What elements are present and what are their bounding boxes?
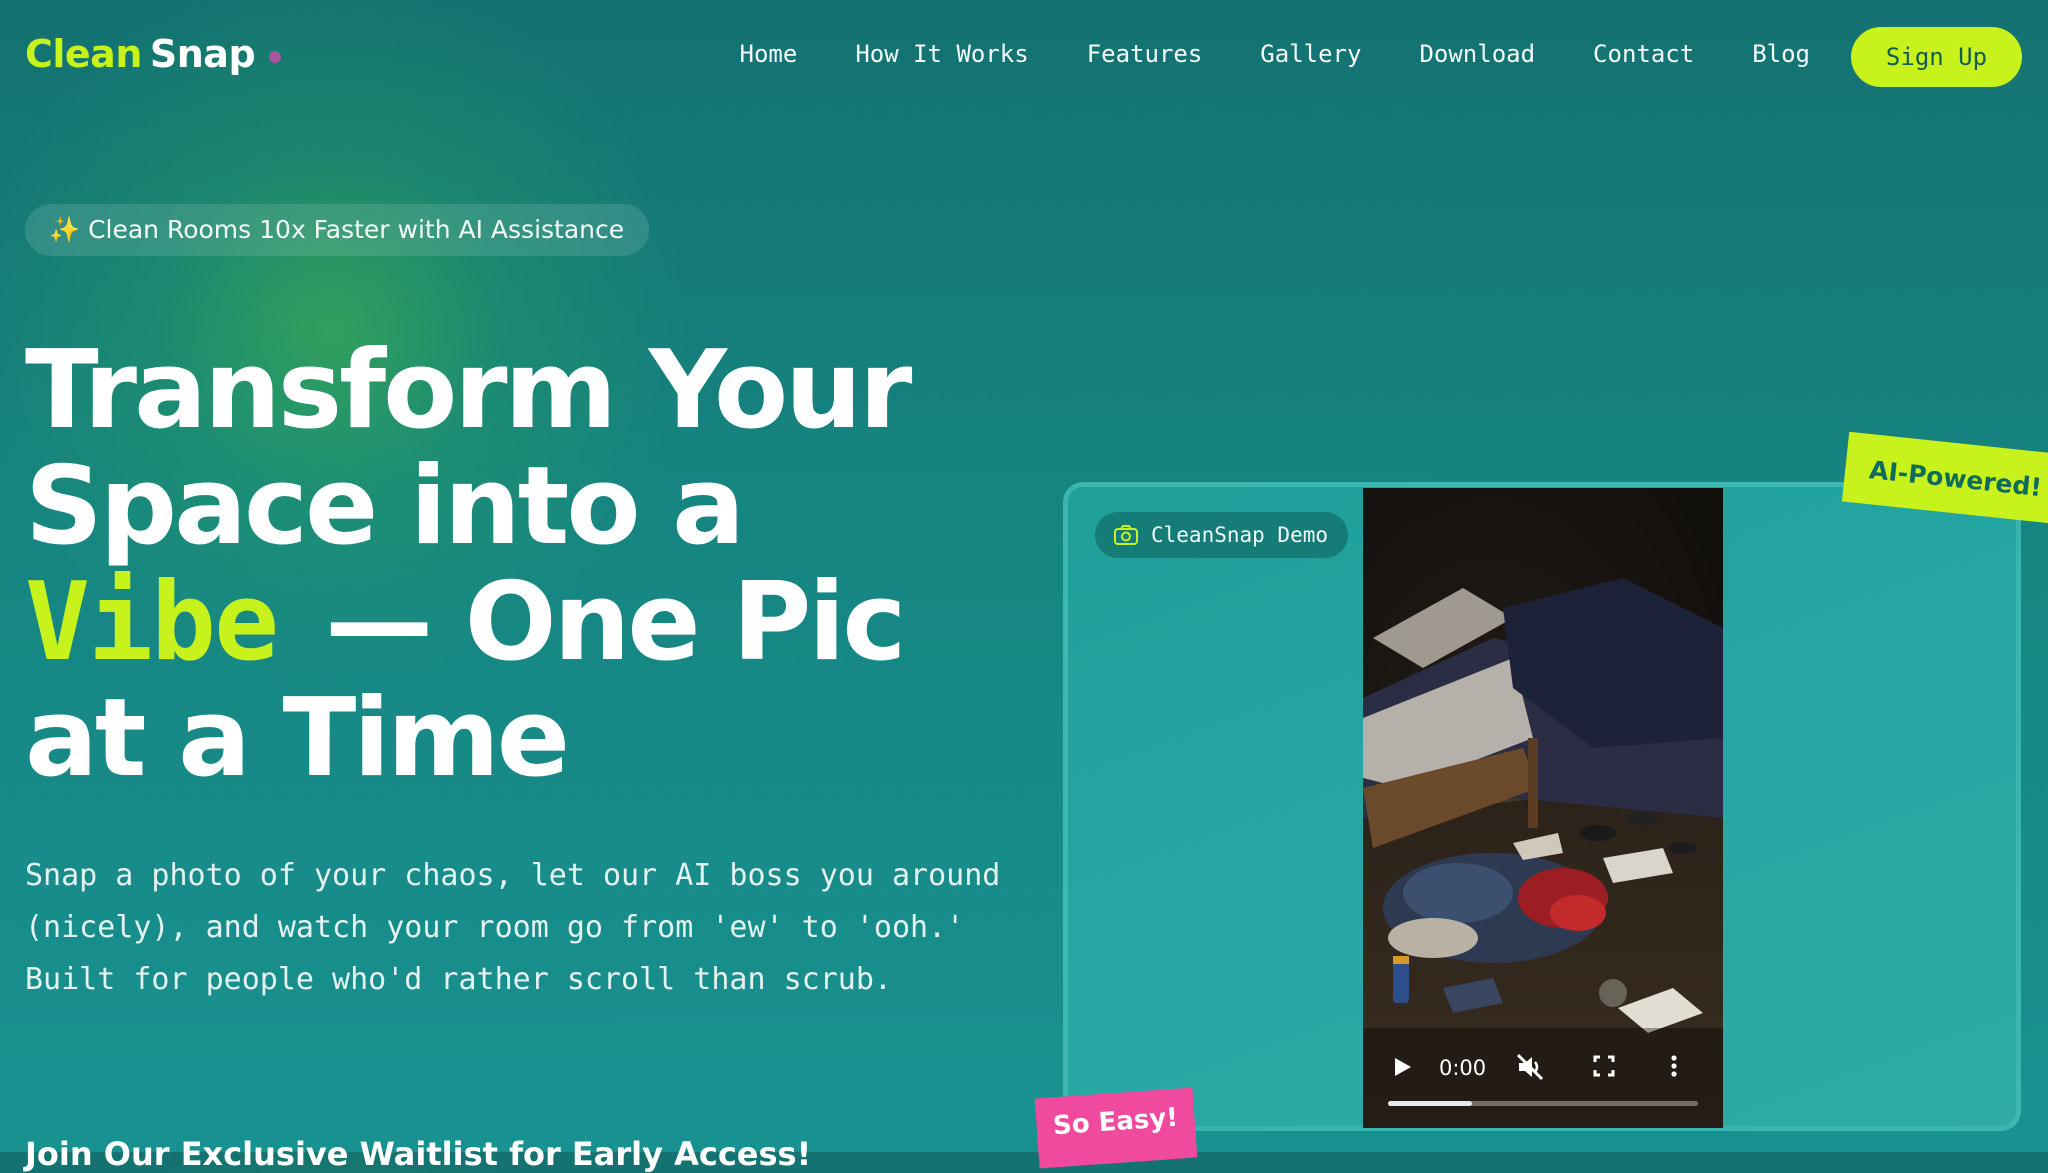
camera-icon: [1114, 525, 1138, 545]
nav-link-contact[interactable]: Contact: [1593, 40, 1694, 68]
sign-up-button[interactable]: Sign Up: [1851, 27, 2022, 87]
demo-chip: CleanSnap Demo: [1095, 512, 1349, 558]
headline-highlight-vibe: Vibe: [25, 560, 279, 685]
video-frame-messy-room: [1363, 488, 1723, 1128]
hero-subtitle: Snap a photo of your chaos, let our AI b…: [25, 858, 1001, 997]
fullscreen-icon[interactable]: [1591, 1053, 1617, 1079]
nav-link-gallery[interactable]: Gallery: [1260, 40, 1361, 68]
nav-link-download[interactable]: Download: [1419, 40, 1535, 68]
video-progress-fill: [1388, 1101, 1472, 1106]
nav-link-home[interactable]: Home: [740, 40, 798, 68]
nav-link-blog[interactable]: Blog: [1752, 40, 1810, 68]
headline-line-3-rest: — One Pic: [325, 560, 906, 685]
main-nav: Home How It Works Features Gallery Downl…: [740, 40, 1810, 68]
demo-video[interactable]: 0:00: [1363, 488, 1723, 1128]
logo[interactable]: Clean Snap: [25, 32, 282, 76]
nav-link-how-it-works[interactable]: How It Works: [855, 40, 1028, 68]
waitlist-heading: Join Our Exclusive Waitlist for Early Ac…: [25, 1135, 812, 1173]
so-easy-sticker: So Easy!: [1034, 1087, 1198, 1169]
play-icon[interactable]: [1389, 1054, 1415, 1080]
video-controls: 0:00: [1363, 1038, 1723, 1128]
demo-chip-label: CleanSnap Demo: [1151, 523, 1329, 547]
headline-line-1: Transform Your: [25, 328, 912, 453]
headline-line-4: at a Time: [25, 676, 570, 801]
headline-line-3: Vibe — One Pic: [25, 565, 985, 681]
logo-dot: [269, 51, 282, 63]
nav-link-features[interactable]: Features: [1087, 40, 1203, 68]
mute-icon[interactable]: [1515, 1052, 1545, 1082]
hero-headline: Transform Your Space into a Vibe — One Pi…: [25, 333, 985, 797]
headline-line-2: Space into a: [25, 444, 745, 569]
hero-badge-text: ✨ Clean Rooms 10x Faster with AI Assista…: [49, 215, 625, 244]
hero-badge: ✨ Clean Rooms 10x Faster with AI Assista…: [25, 204, 650, 256]
logo-text-snap: Snap: [149, 32, 256, 76]
video-progress-bar[interactable]: [1388, 1101, 1698, 1106]
video-time: 0:00: [1439, 1056, 1487, 1080]
logo-text-clean: Clean: [25, 32, 142, 76]
more-vertical-icon[interactable]: [1666, 1053, 1682, 1079]
